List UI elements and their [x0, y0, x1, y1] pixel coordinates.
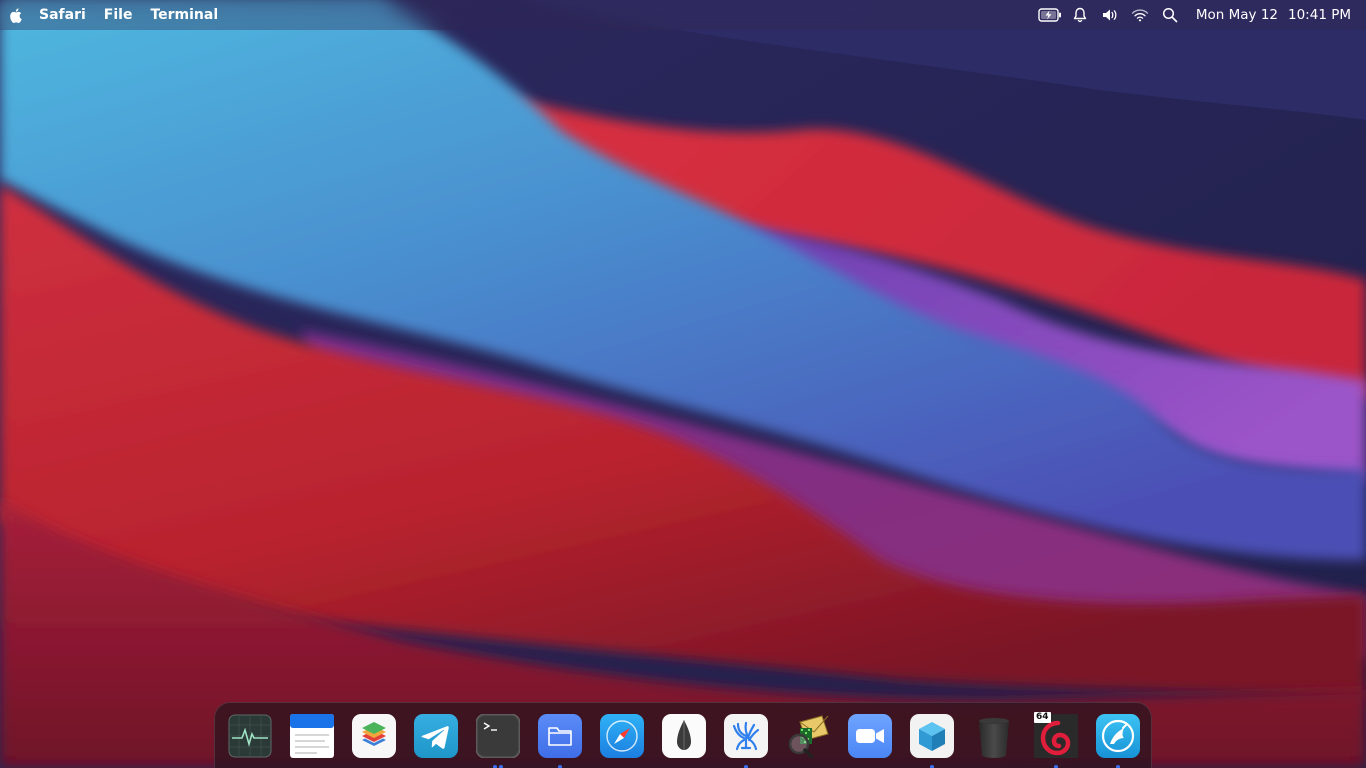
virtualbox-cube-icon — [910, 714, 954, 758]
dock: 64 — [214, 702, 1152, 768]
notification-bell-icon[interactable] — [1065, 0, 1095, 30]
desktop: Safari File Terminal Mon May 12 10:41 PM… — [0, 0, 1366, 768]
dock-item-spam-filter[interactable] — [786, 714, 830, 758]
zoom-icon — [848, 714, 892, 758]
dock-item-files[interactable] — [538, 714, 582, 758]
layers-app-icon — [352, 714, 396, 758]
text-editor-icon — [290, 714, 334, 758]
dock-item-safari[interactable] — [600, 714, 644, 758]
dock-item-debian[interactable]: 64 — [1034, 712, 1078, 758]
wifi-icon[interactable] — [1125, 0, 1155, 30]
dock-item-activity-monitor[interactable] — [228, 714, 272, 758]
menu-item-file[interactable]: File — [95, 0, 142, 30]
files-icon — [538, 714, 582, 758]
inkscape-pen-icon — [662, 714, 706, 758]
apple-logo-icon[interactable] — [0, 0, 30, 30]
dock-badge-64: 64 — [1034, 712, 1051, 723]
safari-icon — [600, 714, 644, 758]
dock-item-trash[interactable] — [972, 714, 1016, 758]
dock-item-terminal[interactable] — [476, 714, 520, 758]
dock-item-inkscape[interactable] — [662, 714, 706, 758]
dock-item-network-app[interactable] — [1096, 714, 1140, 758]
dock-item-zoom[interactable] — [848, 714, 892, 758]
menu-bar: Safari File Terminal Mon May 12 10:41 PM — [0, 0, 1366, 30]
terminal-icon — [476, 714, 520, 758]
activity-monitor-icon — [228, 714, 272, 758]
battery-charging-icon[interactable] — [1035, 0, 1065, 30]
vscodium-icon — [724, 714, 768, 758]
menu-bar-date[interactable]: Mon May 12 — [1191, 0, 1283, 30]
telegram-icon — [414, 714, 458, 758]
trash-icon — [979, 718, 1009, 758]
menu-item-safari[interactable]: Safari — [30, 0, 95, 30]
dock-item-layers-app[interactable] — [352, 714, 396, 758]
menu-item-terminal[interactable]: Terminal — [141, 0, 227, 30]
spam-filter-icon — [788, 715, 829, 758]
search-icon[interactable] — [1155, 0, 1185, 30]
dock-item-telegram[interactable] — [414, 714, 458, 758]
volume-icon[interactable] — [1095, 0, 1125, 30]
dock-item-virtualbox[interactable] — [910, 714, 954, 758]
network-app-icon — [1096, 714, 1140, 758]
menu-bar-clock[interactable]: 10:41 PM — [1283, 0, 1356, 30]
wallpaper — [0, 0, 1366, 768]
dock-item-text-editor[interactable] — [290, 714, 334, 758]
dock-item-vscodium[interactable] — [724, 714, 768, 758]
